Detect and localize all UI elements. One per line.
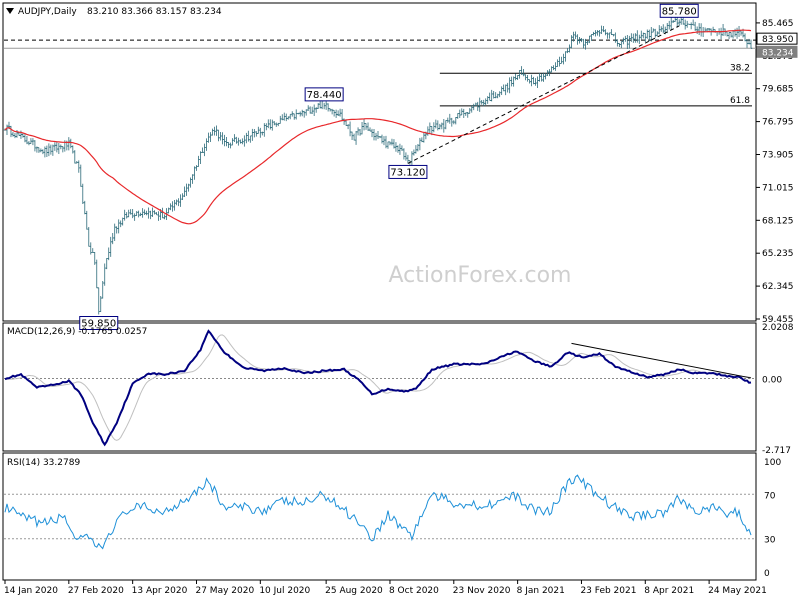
rsi-title: RSI(14) 33.2789 — [7, 458, 80, 468]
price-y-tick-label-4: 73.905 — [762, 151, 794, 161]
price-y-tick-label-3: 76.795 — [762, 118, 794, 128]
x-tick-label-6: 8 Oct 2020 — [389, 586, 439, 596]
price-title-group: AUDJPY,Daily 83.210 83.366 83.157 83.234 — [6, 7, 222, 17]
price-y-tick-label-2: 79.685 — [762, 85, 794, 95]
macd-y-tick-label-2: -2.717 — [762, 446, 791, 456]
x-tick-label-9: 23 Feb 2021 — [580, 586, 636, 596]
rsi-y-tick-label-0: 100 — [764, 458, 781, 468]
rsi-y-tick-label-3: 0 — [764, 569, 770, 579]
price-label-2: 73.120 — [390, 167, 425, 178]
price-y-tick-label-7: 65.235 — [762, 249, 794, 259]
fib-label-0: 38.2 — [730, 63, 750, 73]
x-tick-label-8: 8 Jan 2021 — [517, 586, 565, 596]
rsi-y-tick-label-1: 70 — [764, 491, 776, 501]
price-y-tick-label-0: 85.465 — [762, 19, 794, 29]
price-ohlc-readout: 83.210 83.366 83.157 83.234 — [87, 7, 222, 17]
price-label-0: 85.780 — [662, 6, 697, 17]
price-y-tick-label-6: 68.125 — [762, 216, 794, 226]
price-badge-0: 83.950 — [762, 35, 794, 45]
audjpy-chart: ActionForex.com 38.2 61.8 85.780 78.440 73.1… — [2, 2, 798, 596]
x-tick-label-2: 13 Apr 2020 — [132, 586, 188, 596]
price-y-tick-label-8: 62.345 — [762, 282, 794, 292]
price-badge-1: 83.234 — [762, 48, 794, 58]
x-tick-label-3: 27 May 2020 — [195, 586, 254, 596]
rsi-y-tick-label-2: 30 — [764, 536, 776, 546]
macd-y-tick-label-0: 2.0208 — [762, 323, 794, 333]
price-label-1: 78.440 — [307, 90, 342, 101]
x-tick-label-5: 25 Aug 2020 — [325, 586, 383, 596]
price-y-tick-label-5: 71.015 — [762, 183, 794, 193]
price-panel-frame — [2, 2, 757, 322]
x-tick-label-0: 14 Jan 2020 — [4, 586, 58, 596]
x-tick-label-11: 24 May 2021 — [708, 586, 767, 596]
x-tick-label-1: 27 Feb 2020 — [68, 586, 124, 596]
rsi-panel-frame — [2, 452, 757, 581]
x-tick-label-10: 8 Apr 2021 — [644, 586, 694, 596]
fib-label-1: 61.8 — [730, 96, 750, 106]
x-tick-label-4: 10 Jul 2020 — [259, 586, 310, 596]
price-title: AUDJPY,Daily — [18, 7, 77, 17]
macd-title: MACD(12,26,9) -0.1765 0.0257 — [7, 327, 147, 337]
macd-panel-frame — [2, 322, 757, 452]
macd-y-tick-label-1: 0.00 — [762, 375, 782, 385]
x-tick-label-7: 23 Nov 2020 — [453, 586, 511, 596]
watermark: ActionForex.com — [389, 263, 572, 288]
